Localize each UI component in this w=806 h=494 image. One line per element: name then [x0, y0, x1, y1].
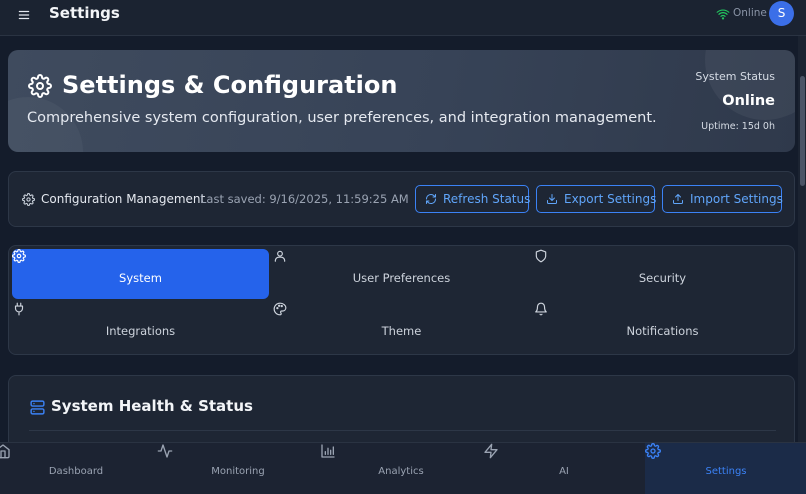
nav-item-monitoring[interactable]: Monitoring [157, 443, 319, 494]
gear-icon [22, 193, 35, 206]
scrollbar-track[interactable] [798, 36, 806, 442]
gear-icon [12, 249, 269, 263]
export-settings-label: Export Settings [564, 192, 657, 206]
tab-label: Notifications [626, 324, 699, 338]
top-app-bar: Settings Online S [0, 0, 806, 36]
tab-label: Integrations [105, 324, 176, 338]
app-title: Settings [49, 4, 120, 22]
download-icon [546, 193, 558, 205]
tab-notifications[interactable]: Notifications [534, 302, 791, 352]
tab-label: Security [638, 271, 687, 285]
import-settings-label: Import Settings [690, 192, 783, 206]
tab-label: System [119, 271, 162, 285]
user-icon [273, 249, 530, 263]
connection-status: Online [733, 7, 767, 19]
config-management-title: Configuration Management [41, 192, 206, 206]
nav-item-analytics[interactable]: Analytics [320, 443, 482, 494]
nav-label: AI [559, 466, 569, 477]
refresh-status-button[interactable]: Refresh Status [415, 185, 531, 213]
tab-label: User Preferences [352, 271, 451, 285]
home-icon [0, 443, 157, 459]
activity-icon [157, 443, 319, 459]
nav-item-dashboard[interactable]: Dashboard [0, 443, 157, 494]
section-title: System Health & Status [51, 397, 253, 415]
refresh-status-label: Refresh Status [443, 192, 531, 206]
page-title: Settings & Configuration [62, 71, 398, 99]
gear-icon [645, 443, 806, 459]
server-icon [29, 399, 46, 416]
tab-theme[interactable]: Theme [273, 302, 530, 352]
gear-icon [28, 74, 52, 98]
nav-label: Monitoring [211, 466, 265, 477]
bar-chart-icon [320, 443, 482, 459]
tab-integrations[interactable]: Integrations [12, 302, 269, 352]
avatar[interactable]: S [769, 1, 794, 26]
bottom-navigation: Dashboard Monitoring Analytics AI Settin… [0, 442, 806, 494]
system-uptime: Uptime: 15d 0h [701, 121, 775, 132]
nav-item-settings[interactable]: Settings [645, 443, 806, 494]
palette-icon [273, 302, 530, 316]
export-settings-button[interactable]: Export Settings [536, 185, 657, 213]
tab-security[interactable]: Security [534, 249, 791, 299]
system-status-label: System Status [695, 70, 775, 83]
divider [29, 430, 776, 431]
last-saved-timestamp: Last saved: 9/16/2025, 11:59:25 AM [200, 192, 409, 206]
nav-label: Settings [705, 466, 747, 477]
wifi-icon [716, 7, 730, 21]
lightning-icon [483, 443, 645, 459]
tab-system[interactable]: System [12, 249, 269, 299]
nav-label: Dashboard [48, 466, 104, 477]
configuration-toolbar: Configuration Management Last saved: 9/1… [8, 171, 795, 227]
plug-icon [12, 302, 269, 316]
page-subtitle: Comprehensive system configuration, user… [27, 110, 657, 126]
tab-user-preferences[interactable]: User Preferences [273, 249, 530, 299]
shield-icon [534, 249, 791, 263]
scrollbar-thumb[interactable] [800, 76, 805, 186]
system-status-value: Online [722, 93, 775, 109]
refresh-icon [425, 193, 437, 205]
import-settings-button[interactable]: Import Settings [662, 185, 783, 213]
nav-item-ai[interactable]: AI [483, 443, 645, 494]
nav-label: Analytics [378, 466, 424, 477]
upload-icon [672, 193, 684, 205]
hamburger-menu-icon[interactable] [17, 8, 31, 22]
hero-decoration [705, 50, 795, 120]
tab-label: Theme [381, 324, 422, 338]
settings-hero-banner: Settings & Configuration Comprehensive s… [8, 50, 795, 152]
settings-tabs: System User Preferences Security Integra… [8, 245, 795, 355]
bell-icon [534, 302, 791, 316]
